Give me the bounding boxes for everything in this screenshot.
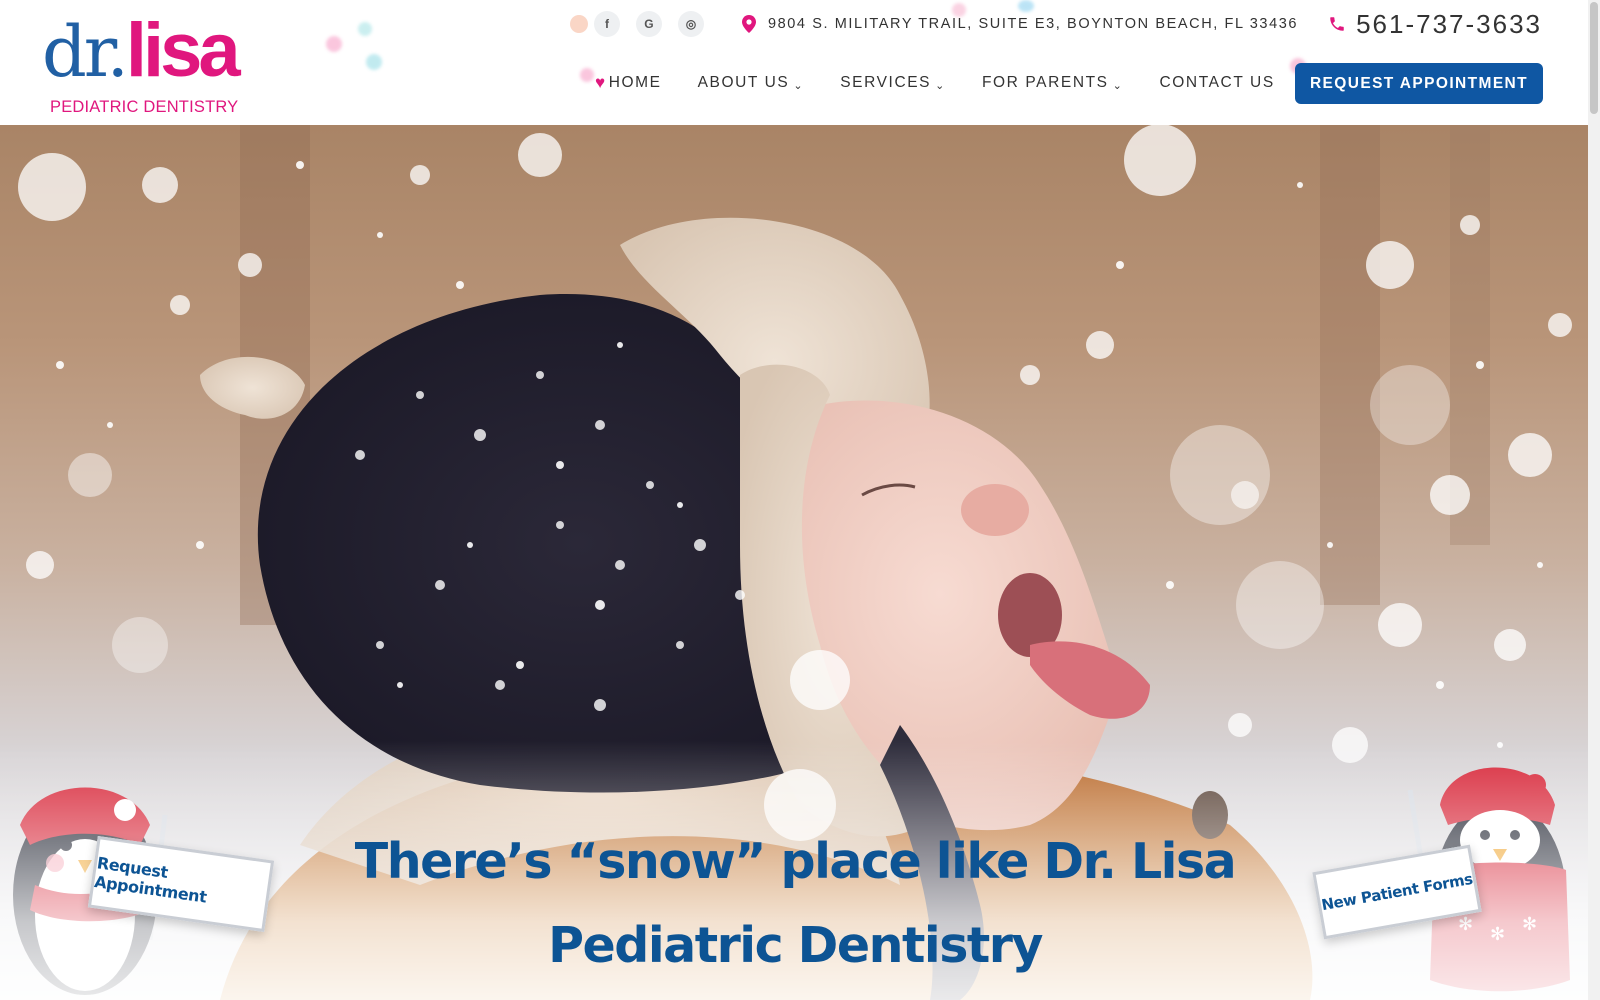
logo-dr: dr. [42,11,129,93]
decor-dot [569,15,588,33]
map-pin-icon [741,15,756,33]
hero-headline-line1: There’s “snow” place like Dr. Lisa [354,833,1237,890]
chevron-down-icon: ⌄ [935,79,946,92]
nav-parents-label: FOR PARENTS [981,74,1109,91]
instagram-icon[interactable]: ◎ [677,11,704,37]
confetti-dot [580,68,594,82]
address-text[interactable]: 9804 S. MILITARY TRAIL, SUITE E3, BOYNTO… [768,16,1298,32]
logo[interactable]: dr.lisa PEDIATRIC DENTISTRY [42,8,252,120]
nav-contact-us[interactable]: CONTACT US [1159,74,1274,92]
top-contact-bar: f G ◎ 9804 S. MILITARY TRAIL, SUITE E3, … [569,8,1542,40]
heart-icon: ♥ [595,73,607,92]
facebook-icon[interactable]: f [593,11,620,37]
site-header: dr.lisa PEDIATRIC DENTISTRY f G ◎ 9804 S… [0,0,1600,125]
phone-icon [1330,17,1344,31]
hero-headline: There’s “snow” place like Dr. Lisa Pedia… [300,820,1290,988]
scrollbar-thumb[interactable] [1590,2,1598,114]
page-scrollbar[interactable] [1588,0,1600,1000]
nav-about-label: ABOUT US [697,74,790,91]
logo-lisa: lisa [125,8,241,93]
nav-services[interactable]: SERVICES ⌄ [840,74,946,92]
main-nav: ♥ HOME ABOUT US ⌄ SERVICES ⌄ FOR PARENTS… [595,68,1311,98]
nav-contact-label: CONTACT US [1159,74,1275,91]
hero-banner: ✻✻✻ Request Appointment New Patient Form… [0,125,1588,1000]
logo-subtitle: PEDIATRIC DENTISTRY [50,98,239,116]
nav-home[interactable]: ♥ HOME [595,73,662,93]
chevron-down-icon: ⌄ [793,79,805,92]
google-icon[interactable]: G [635,11,662,37]
nav-home-label: HOME [608,74,662,91]
confetti-dot [366,54,382,70]
nav-services-label: SERVICES [840,74,932,91]
request-appointment-button[interactable]: REQUEST APPOINTMENT [1295,63,1543,104]
confetti-dot [326,36,342,52]
phone-number[interactable]: 561-737-3633 [1356,9,1542,40]
nav-about-us[interactable]: ABOUT US ⌄ [698,74,805,92]
nav-for-parents[interactable]: FOR PARENTS ⌄ [982,74,1124,92]
confetti-dot [358,22,372,36]
hero-headline-line2: Pediatric Dentistry [548,917,1043,974]
logo-wordmark: dr.lisa [42,8,241,94]
chevron-down-icon: ⌄ [1112,79,1124,92]
